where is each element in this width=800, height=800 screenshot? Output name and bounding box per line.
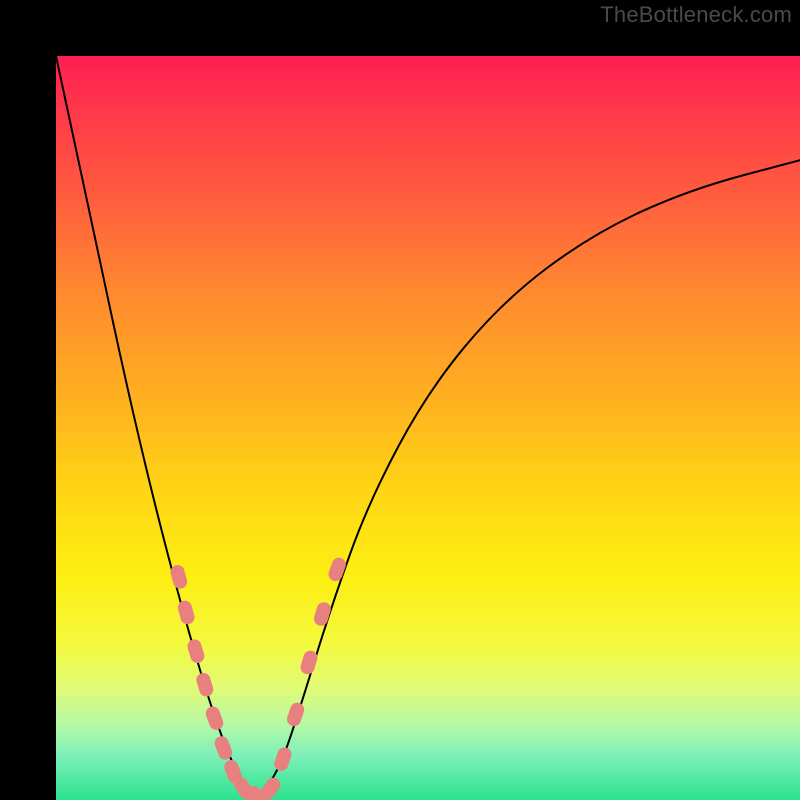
bead <box>176 599 196 626</box>
chart-frame <box>0 0 800 800</box>
bottleneck-curve <box>56 56 800 793</box>
bead <box>204 705 226 732</box>
plot-area <box>56 56 800 800</box>
bead <box>272 746 293 773</box>
bead <box>285 701 306 728</box>
bead <box>186 638 206 665</box>
bead <box>195 671 215 698</box>
bead <box>257 775 283 800</box>
watermark-text: TheBottleneck.com <box>600 2 792 28</box>
bead-group <box>169 556 348 800</box>
chart-svg <box>56 56 800 800</box>
bead <box>312 600 332 627</box>
